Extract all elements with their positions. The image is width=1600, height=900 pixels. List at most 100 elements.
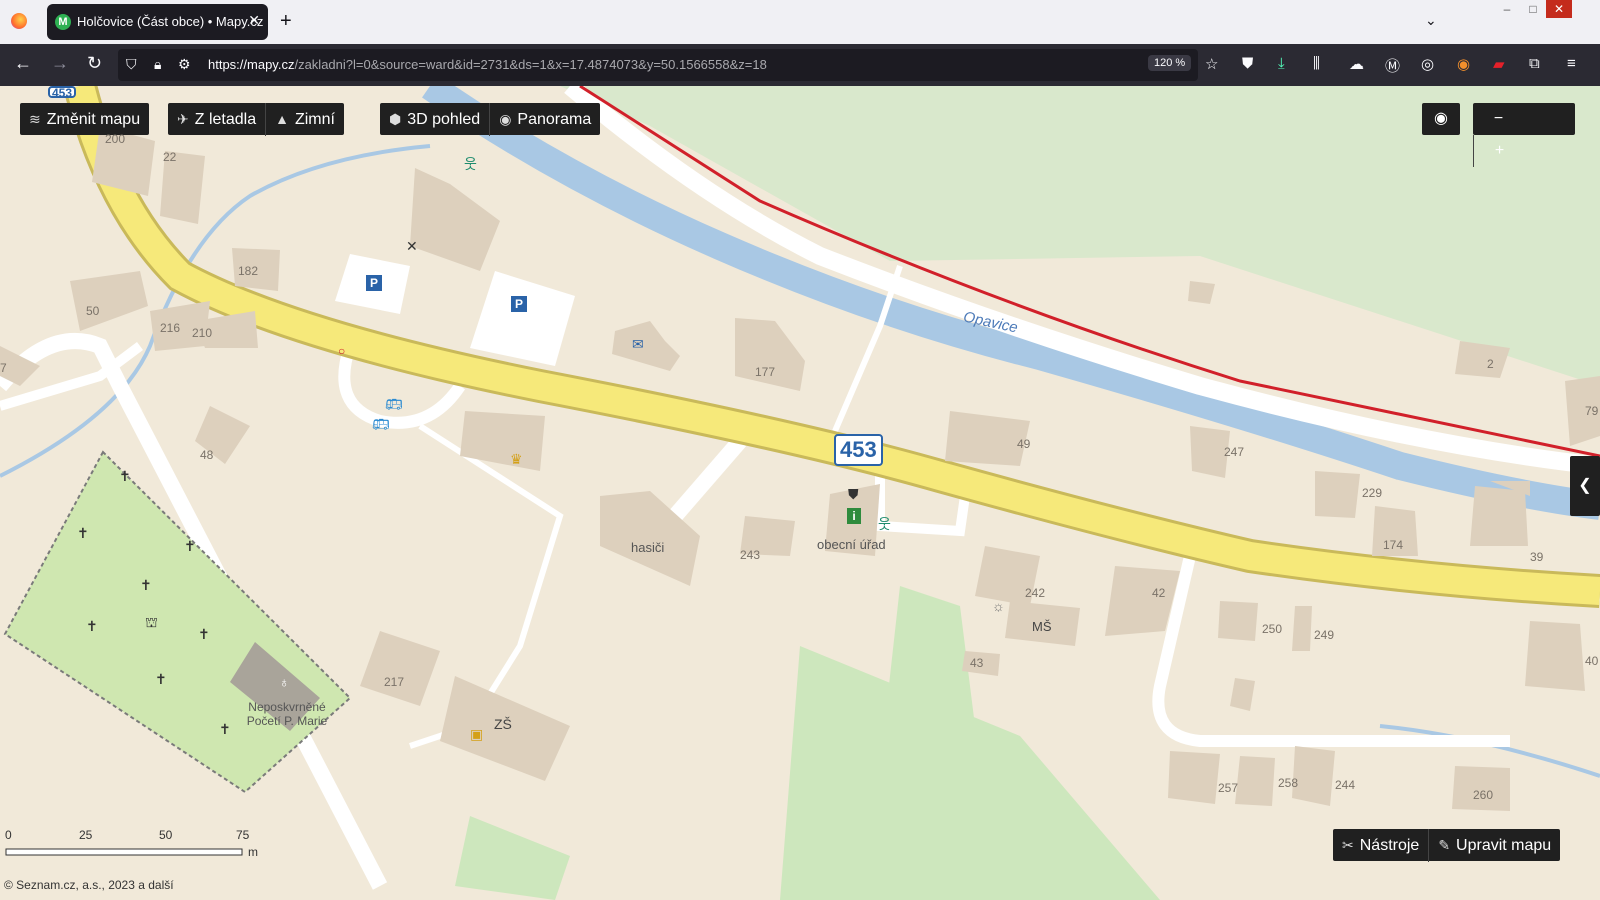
extension-icon[interactable]: ☁: [1349, 55, 1364, 73]
eye-icon: ◉: [499, 111, 512, 127]
pdf-icon[interactable]: ▰: [1493, 55, 1505, 73]
bus-stop-icon[interactable]: 🚌︎: [385, 396, 403, 413]
information-icon[interactable]: i: [847, 508, 861, 524]
scale-bar: [5, 848, 243, 856]
emblem-icon[interactable]: ⛊: [848, 486, 859, 503]
cross-icon: ✝: [119, 468, 131, 484]
house-number: 200: [105, 132, 126, 146]
chevron-down-icon[interactable]: ⌄: [1425, 12, 1437, 29]
pocket-icon[interactable]: ⛊: [1242, 55, 1253, 72]
map-drawing: [0, 86, 1600, 900]
winter-button[interactable]: ▲ Zimní: [265, 103, 344, 136]
cube-icon: ⬢: [389, 111, 402, 127]
aerial-button[interactable]: ✈ Z letadla: [168, 103, 265, 136]
person-activity-icon[interactable]: 웃: [878, 514, 891, 534]
house-number: 258: [1278, 776, 1299, 790]
side-panel-toggle[interactable]: ❮: [1570, 456, 1600, 516]
scale-tick: 75: [236, 828, 250, 842]
scale-unit: m: [248, 845, 258, 859]
kindergarten-label[interactable]: MŠ: [1032, 619, 1052, 634]
cross-icon: ✝: [219, 721, 231, 737]
3d-view-button[interactable]: ⬢ 3D pohled: [380, 103, 489, 136]
url-bar[interactable]: ⛉ 🔒︎ ⚙ https://mapy.cz/zakladni?l=0&sour…: [118, 49, 1198, 81]
pencil-icon: ✎: [1438, 837, 1451, 853]
rss-icon[interactable]: ◉: [1457, 55, 1470, 73]
road-number-label[interactable]: 453: [834, 434, 883, 466]
house-number: 257: [1218, 781, 1239, 795]
back-icon[interactable]: ←: [14, 53, 32, 74]
attribution[interactable]: © Seznam.cz, a.s., 2023 a další: [4, 878, 174, 892]
church-label[interactable]: Neposkvrněné Početí P. Marie: [232, 700, 342, 728]
menu-icon[interactable]: ≡: [1567, 55, 1576, 72]
house-number: 43: [970, 656, 984, 670]
puzzle-icon[interactable]: ⧉: [1529, 55, 1540, 72]
parking-icon[interactable]: P: [366, 275, 382, 291]
lock-icon[interactable]: 🔒︎: [154, 56, 161, 73]
view-switcher: ⬢ 3D pohled ◉ Panorama: [380, 103, 601, 136]
house-number: 244: [1335, 778, 1356, 792]
star-icon[interactable]: ☆: [1205, 55, 1218, 73]
bottom-tools: ✂ Nástroje ✎ Upravit mapu: [1333, 829, 1561, 862]
house-number: 22: [163, 150, 177, 164]
house-number: 48: [200, 448, 214, 462]
house-number: 250: [1262, 622, 1283, 636]
school-label[interactable]: ZŠ: [494, 716, 512, 732]
mountain-icon: ▲: [275, 111, 289, 127]
chevron-left-icon: ❮: [1578, 477, 1592, 494]
zoom-controls: −+: [1473, 103, 1575, 167]
tab-bar: M Holčovice (Část obce) • Mapy.cz ✕ + ⌄ …: [0, 0, 1600, 44]
panorama-button[interactable]: ◉ Panorama: [489, 103, 600, 136]
fire-station-label[interactable]: hasiči: [631, 540, 664, 555]
zoom-out-button[interactable]: −: [1473, 103, 1524, 135]
locate-me-button[interactable]: ◉: [1422, 103, 1460, 135]
post-office-icon[interactable]: ✉: [632, 336, 644, 353]
tab-active[interactable]: M Holčovice (Část obce) • Mapy.cz ✕: [47, 4, 268, 40]
download-icon[interactable]: ⤓: [1278, 55, 1285, 72]
maximize-icon[interactable]: □: [1520, 0, 1546, 18]
house-number: 260: [1473, 788, 1494, 802]
change-map-button[interactable]: ≋ Změnit mapu: [20, 103, 150, 135]
bus-stop-icon[interactable]: 🚌︎: [372, 416, 390, 433]
shop-basket-icon[interactable]: ♛: [510, 451, 523, 468]
stop-sign-icon[interactable]: ○: [338, 344, 345, 358]
school-icon[interactable]: ▣: [470, 726, 483, 743]
reload-icon[interactable]: ↻: [87, 53, 102, 74]
road-number-label-partial[interactable]: 453: [48, 86, 77, 98]
church-cross-icon[interactable]: ♁: [279, 674, 290, 690]
zoom-level[interactable]: 120 %: [1148, 55, 1192, 71]
forward-icon[interactable]: →: [51, 53, 69, 74]
house-number: 247: [1224, 445, 1245, 459]
house-number: 39: [1530, 550, 1544, 564]
url-text[interactable]: https://mapy.cz/zakladni?l=0&source=ward…: [208, 57, 767, 72]
house-number: 40: [1585, 654, 1599, 668]
scale-tick: 0: [5, 828, 12, 842]
house-number: 177: [755, 365, 776, 379]
sun-icon[interactable]: ☼: [992, 598, 1005, 614]
cross-icon: ✝: [77, 525, 89, 541]
person-activity-icon[interactable]: 웃: [464, 154, 477, 174]
mask-icon[interactable]: ◎: [1421, 55, 1434, 73]
edit-map-button[interactable]: ✎ Upravit mapu: [1428, 829, 1560, 862]
library-icon[interactable]: ⫼: [1313, 55, 1320, 72]
tools-button[interactable]: ✂ Nástroje: [1333, 829, 1428, 862]
map-canvas[interactable]: ≋ Změnit mapu ✈ Z letadla ▲ Zimní ⬢ 3D pohled…: [0, 86, 1600, 900]
scale-tick: 50: [159, 828, 173, 842]
house-number: 210: [192, 326, 213, 340]
shield-icon[interactable]: ⛉: [126, 56, 137, 73]
mapy-favicon-icon: M: [55, 14, 71, 30]
close-window-icon[interactable]: ✕: [1546, 0, 1572, 18]
minimize-icon[interactable]: –: [1494, 0, 1520, 18]
grave-icon[interactable]: ⛫: [145, 614, 158, 633]
cross-icon: ✝: [155, 671, 167, 687]
navigation-bar: ← → ↻ ⛉ 🔒︎ ⚙ https://mapy.cz/zakladni?l=…: [0, 44, 1600, 86]
restaurant-icon[interactable]: ✕: [406, 238, 418, 255]
new-tab-icon[interactable]: +: [280, 10, 292, 33]
town-hall-label[interactable]: obecní úřad: [817, 537, 886, 552]
account-icon[interactable]: Ⓜ: [1385, 55, 1400, 76]
airplane-icon: ✈: [177, 111, 189, 127]
cross-icon: ✝: [140, 577, 152, 593]
parking-icon[interactable]: P: [511, 296, 527, 312]
permissions-icon[interactable]: ⚙: [178, 56, 191, 73]
zoom-in-button[interactable]: +: [1473, 135, 1525, 167]
close-tab-icon[interactable]: ✕: [248, 12, 260, 29]
